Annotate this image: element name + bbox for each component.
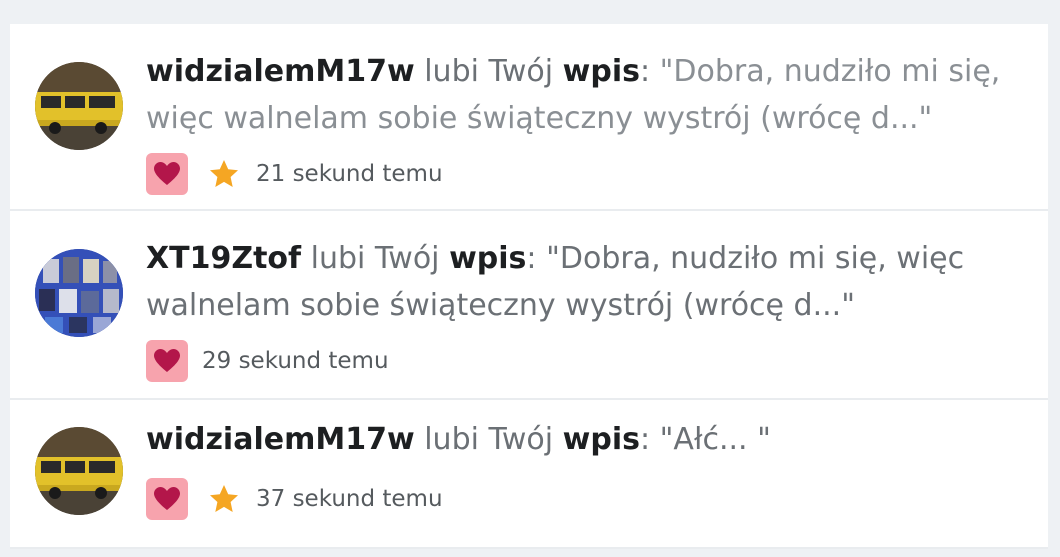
heart-badge xyxy=(146,478,188,520)
object-link[interactable]: wpis xyxy=(563,422,640,457)
bus-avatar-image xyxy=(35,62,123,150)
timestamp: 29 sekund temu xyxy=(202,348,389,374)
notification-item[interactable]: XT19Ztof lubi Twój wpis: "Dobra, nudziło… xyxy=(10,211,1048,400)
notification-content: widzialemM17w lubi Twój wpis: "Dobra, nu… xyxy=(146,48,1008,196)
heart-icon xyxy=(154,487,180,510)
notification-text: XT19Ztof lubi Twój wpis: "Dobra, nudziło… xyxy=(146,235,1008,329)
timestamp: 37 sekund temu xyxy=(256,486,443,512)
action-text: lubi Twój xyxy=(424,422,554,457)
bus-avatar-image xyxy=(35,427,123,515)
avatar[interactable] xyxy=(35,427,123,515)
action-text: lubi Twój xyxy=(310,241,440,276)
colon-text: : xyxy=(639,54,651,89)
username-link[interactable]: widzialemM17w xyxy=(146,54,415,89)
object-link[interactable]: wpis xyxy=(563,54,640,89)
colon-text: : xyxy=(639,422,651,457)
quote-text-continued: więc walnelam sobie świąteczny wystrój (… xyxy=(146,101,933,136)
username-link[interactable]: XT19Ztof xyxy=(146,241,301,276)
heart-icon xyxy=(154,162,180,185)
notification-content: widzialemM17w lubi Twój wpis: "Ałć... " … xyxy=(146,416,1008,521)
timestamp: 21 sekund temu xyxy=(256,161,443,187)
notification-meta: 21 sekund temu xyxy=(146,152,1008,196)
quote-text: "Dobra, nudziło mi się, więc xyxy=(546,241,965,276)
notification-item[interactable]: widzialemM17w lubi Twój wpis: "Dobra, nu… xyxy=(10,24,1048,211)
notification-meta: 37 sekund temu xyxy=(146,477,1008,521)
heart-badge xyxy=(146,153,188,195)
avatar[interactable] xyxy=(35,249,123,337)
notification-feed: widzialemM17w lubi Twój wpis: "Dobra, nu… xyxy=(10,24,1048,549)
notification-text: widzialemM17w lubi Twój wpis: "Dobra, nu… xyxy=(146,48,1008,142)
heart-icon xyxy=(154,349,180,372)
object-link[interactable]: wpis xyxy=(449,241,526,276)
notification-text: widzialemM17w lubi Twój wpis: "Ałć... " xyxy=(146,416,1008,463)
heart-badge xyxy=(146,340,188,382)
quote-text-continued: walnelam sobie świąteczny wystrój (wrócę… xyxy=(146,288,855,323)
collage-avatar-image xyxy=(35,249,123,337)
notification-item[interactable]: widzialemM17w lubi Twój wpis: "Ałć... " … xyxy=(10,400,1048,549)
colon-text: : xyxy=(526,241,537,276)
quote-text: "Ałć... " xyxy=(659,422,771,457)
avatar[interactable] xyxy=(35,62,123,150)
notification-meta: 29 sekund temu xyxy=(146,339,1008,383)
action-text: lubi Twój xyxy=(424,54,554,89)
notification-content: XT19Ztof lubi Twój wpis: "Dobra, nudziło… xyxy=(146,235,1008,383)
username-link[interactable]: widzialemM17w xyxy=(146,422,415,457)
star-icon xyxy=(208,483,240,515)
quote-text: "Dobra, nudziło mi się, xyxy=(659,54,1001,89)
star-icon xyxy=(208,158,240,190)
